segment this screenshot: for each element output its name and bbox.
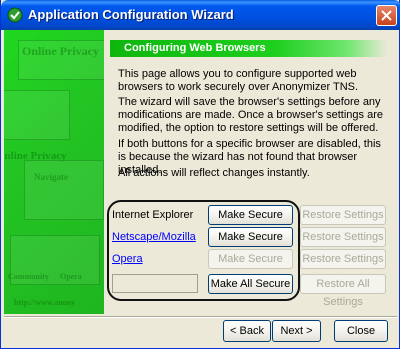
restore-settings-opera-button[interactable]: Restore Settings [300,249,386,269]
restore-settings-netscape-button[interactable]: Restore Settings [300,227,386,247]
side-decor-text: Navigate [34,172,68,182]
backup-paragraph: The wizard will save the browser's setti… [118,96,383,134]
side-graphic-panel: Online Privacy Online Privacy Navigate C… [4,30,104,314]
footer-separator [4,316,397,318]
side-deco-box [24,160,104,220]
side-decor-text: Community [8,272,49,281]
app-icon [7,7,23,23]
status-box [112,274,198,293]
page-title: Configuring Web Browsers [124,42,266,54]
back-button[interactable]: < Back [223,320,271,342]
close-button[interactable]: Close [334,320,388,342]
make-all-secure-button[interactable]: Make All Secure [208,274,293,294]
client-area: Online Privacy Online Privacy Navigate C… [4,30,397,346]
restore-all-settings-button[interactable]: Restore All Settings [300,274,386,308]
wizard-page: Configuring Web Browsers This page allow… [104,30,397,314]
side-decor-text: Opera [60,272,82,281]
side-decor-text: Online Privacy [4,150,67,162]
close-window-button[interactable] [376,5,397,26]
page-header-bar: Configuring Web Browsers [110,40,388,57]
side-deco-box [4,90,70,140]
side-decor-text: http://www.anony [14,298,76,307]
make-secure-ie-button[interactable]: Make Secure [208,205,293,225]
close-icon [381,10,392,21]
make-secure-netscape-button[interactable]: Make Secure [208,227,293,247]
wizard-window: Application Configuration Wizard Online … [0,0,400,349]
instant-note-paragraph: All actions will reflect changes instant… [118,167,310,179]
window-title: Application Configuration Wizard [28,7,234,22]
next-button[interactable]: Next > [272,320,321,342]
make-secure-opera-button[interactable]: Make Secure [208,249,293,269]
title-bar[interactable]: Application Configuration Wizard [1,0,400,30]
browser-label-ie: Internet Explorer [112,209,194,221]
browser-link-netscape[interactable]: Netscape/Mozilla [112,231,196,243]
intro-paragraph: This page allows you to configure suppor… [118,68,359,93]
side-decor-text: Online Privacy [22,44,99,58]
restore-settings-ie-button[interactable]: Restore Settings [300,205,386,225]
browser-link-opera[interactable]: Opera [112,253,143,265]
